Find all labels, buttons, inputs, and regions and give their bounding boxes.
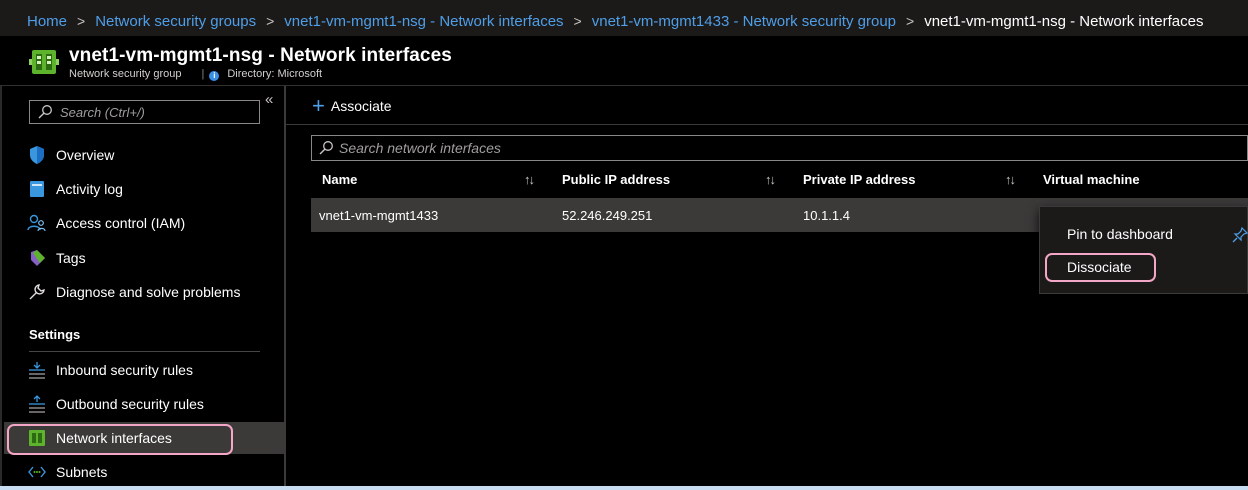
nav-item-access-control[interactable]: Access control (IAM) [4,207,286,239]
nav-item-label: Activity log [56,181,123,197]
collapse-menu-icon[interactable]: « [265,91,273,108]
nav-item-label: Tags [56,250,86,266]
breadcrumb-network-security-groups[interactable]: Network security groups [95,13,256,30]
breadcrumb-separator-icon: > [906,13,915,29]
grid-search-box[interactable] [311,135,1248,161]
shield-icon [27,145,47,165]
nav-item-activity-log[interactable]: Activity log [4,173,286,205]
sort-icon[interactable]: ↑↓ [1005,172,1016,187]
nav-item-inbound-rules[interactable]: Inbound security rules [4,354,286,386]
network-interface-icon [27,428,47,448]
breadcrumb-nsg-network-interfaces[interactable]: vnet1-vm-mgmt1-nsg - Network interfaces [284,13,563,30]
nav-item-subnets[interactable]: Subnets [4,456,286,488]
cell-public-ip: 52.246.249.251 [562,208,653,223]
nav-item-label: Inbound security rules [56,362,193,378]
nav-item-outbound-rules[interactable]: Outbound security rules [4,388,286,420]
breadcrumb-nic-nsg[interactable]: vnet1-vm-mgmt1433 - Network security gro… [592,13,896,30]
sort-icon[interactable]: ↑↓ [524,172,535,187]
menu-search-box[interactable] [29,100,260,124]
subtitle-divider: | [201,68,205,80]
tag-icon [27,248,47,268]
nav-item-label: Outbound security rules [56,396,204,412]
nav-item-tags[interactable]: Tags [4,242,286,274]
nav-item-overview[interactable]: Overview [4,139,286,171]
nav-item-label: Diagnose and solve problems [56,284,241,300]
menu-search-input[interactable] [60,101,250,123]
settings-section-header: Settings [29,327,81,342]
inbound-rules-icon [27,360,47,380]
pin-icon[interactable] [1232,227,1248,243]
nav-item-label: Overview [56,147,115,163]
info-icon: i [209,71,220,81]
page-title: vnet1-vm-mgmt1-nsg - Network interfaces [69,45,452,66]
breadcrumb-home[interactable]: Home [27,13,67,30]
nav-item-label: Network interfaces [56,430,172,446]
directory-label: Directory: Microsoft [227,68,323,80]
nav-item-label: Access control (IAM) [56,215,186,231]
resource-type: Network security group [69,68,182,80]
column-header-name[interactable]: Name [322,172,357,187]
menu-item-pin-to-dashboard[interactable]: Pin to dashboard [1040,219,1248,249]
outbound-rules-icon [27,394,47,414]
page-header: vnet1-vm-mgmt1-nsg - Network interfaces … [0,36,1248,86]
row-context-menu: Pin to dashboard Dissociate [1039,206,1248,294]
plus-icon: + [312,93,325,118]
cell-name: vnet1-vm-mgmt1433 [319,208,439,223]
network-security-group-icon [29,50,59,74]
menu-item-dissociate[interactable]: Dissociate [1040,252,1248,282]
resource-menu: « Overview Activity log Access control (… [0,86,286,490]
nav-item-network-interfaces[interactable]: Network interfaces [4,422,286,454]
breadcrumb-current: vnet1-vm-mgmt1-nsg - Network interfaces [924,13,1204,30]
page-subtitle: Network security group | i Directory: Micro… [69,68,322,81]
nav-item-label: Subnets [56,464,108,480]
toolbar-divider [286,124,1248,125]
breadcrumb-separator-icon: > [266,13,275,29]
subnet-icon [27,462,47,482]
cell-private-ip: 10.1.1.4 [803,208,850,223]
wrench-icon [27,282,47,302]
column-header-private-ip[interactable]: Private IP address [803,172,916,187]
breadcrumb-separator-icon: > [573,13,582,29]
search-icon [38,105,52,119]
associate-label: Associate [330,98,392,114]
window-bottom-edge [0,486,1248,490]
search-icon [319,141,333,155]
nav-item-diagnose[interactable]: Diagnose and solve problems [4,276,286,308]
people-icon [27,213,47,233]
sort-icon[interactable]: ↑↓ [765,172,776,187]
column-header-virtual-machine[interactable]: Virtual machine [1043,172,1140,187]
column-header-public-ip[interactable]: Public IP address [562,172,670,187]
grid-search-input[interactable] [339,136,939,160]
associate-button[interactable]: + Associate [312,93,392,118]
breadcrumb-separator-icon: > [77,13,86,29]
activity-log-icon [27,179,47,199]
section-divider [29,351,260,352]
